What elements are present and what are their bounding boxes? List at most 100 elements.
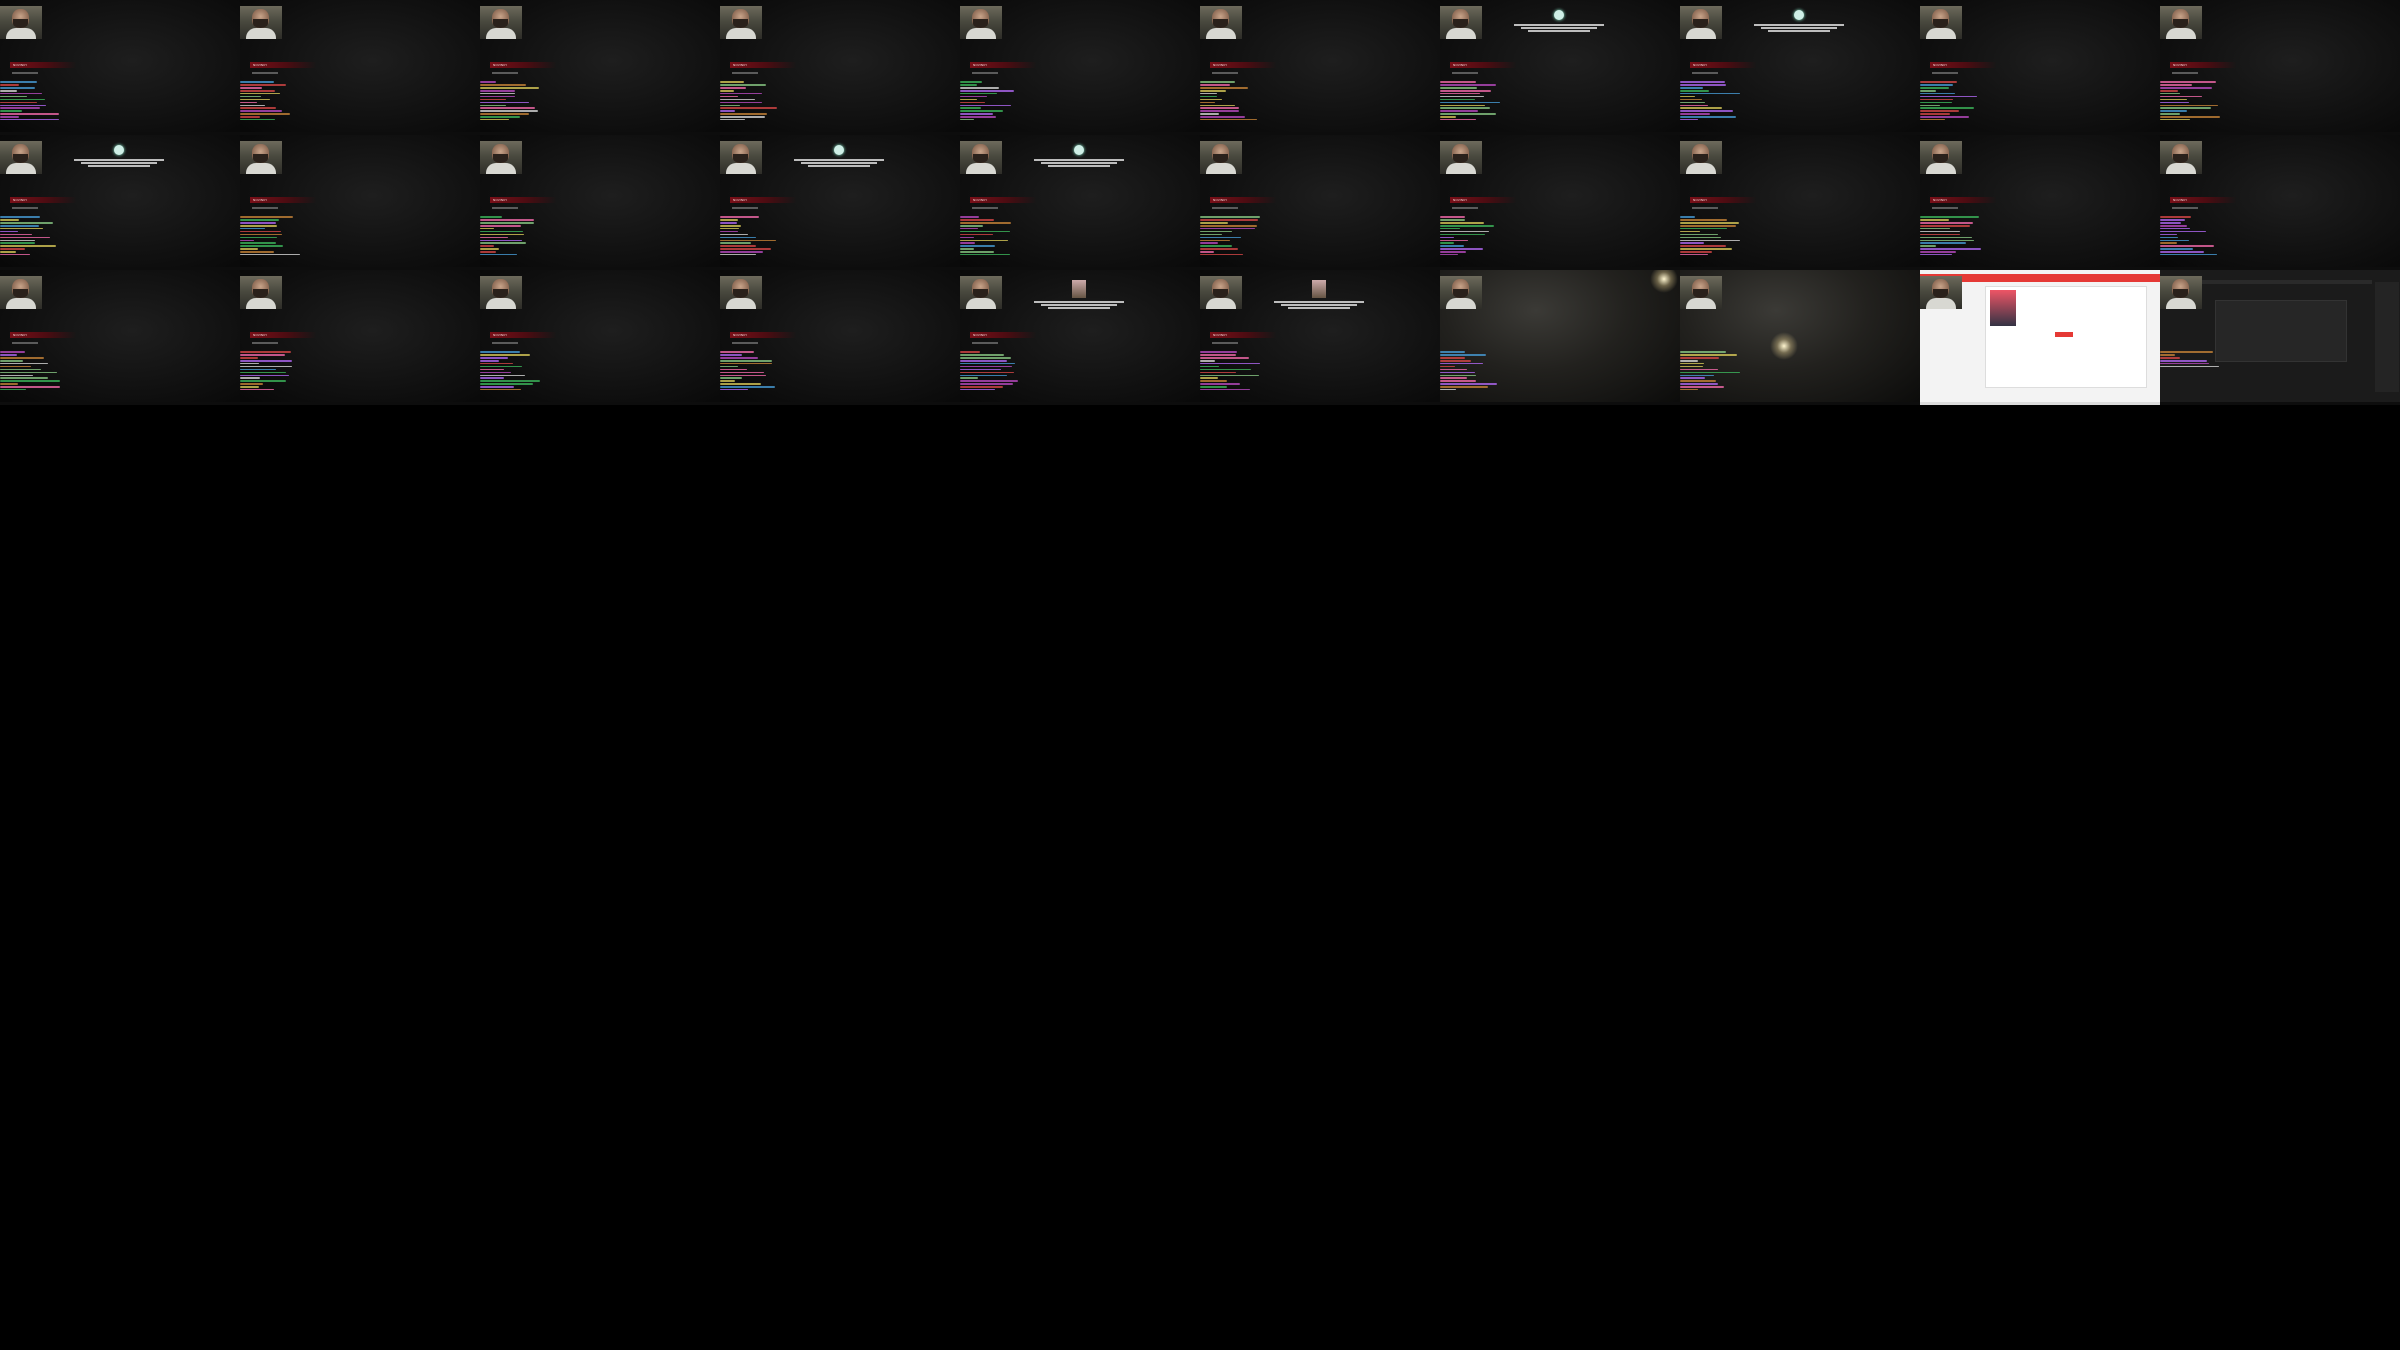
chat-feed (480, 215, 550, 267)
chat-line (1440, 242, 1454, 244)
news-banner: NOVINKY (250, 197, 316, 203)
chat-line (720, 110, 735, 112)
webcam-shirt (966, 298, 996, 309)
chat-line (1920, 236, 1972, 239)
chat-line (1440, 371, 1475, 374)
chat-line (1680, 377, 1705, 379)
chat-line (1440, 368, 1467, 371)
alert-text-line (1528, 30, 1590, 32)
chat-line (2160, 95, 2202, 98)
chat-line (1920, 233, 1960, 236)
video-thumbnail: NOVINKY (960, 0, 1200, 135)
chat-line (720, 351, 754, 353)
chat-line (720, 388, 748, 391)
webcam-overlay (2160, 141, 2202, 174)
news-banner: NOVINKY (1450, 62, 1516, 68)
video-thumbnail: NOVINKY (1920, 0, 2160, 135)
chat-line (240, 110, 282, 112)
chat-line (240, 227, 265, 230)
chat-line (720, 360, 772, 362)
chat-line (480, 380, 540, 382)
flashlight-glow (1650, 270, 1678, 293)
chat-line (960, 87, 999, 89)
video-thumbnail: NOVINKY (2160, 135, 2400, 270)
chat-line (0, 388, 26, 391)
taskbar (480, 402, 720, 405)
chat-line (2160, 233, 2177, 236)
webcam-overlay (720, 6, 762, 39)
chat-line (960, 84, 977, 86)
alert-icon (1554, 10, 1564, 20)
chat-line (1440, 365, 1455, 368)
chat-line (1680, 388, 1698, 391)
alert-text-line (1048, 165, 1110, 167)
chat-line (960, 248, 974, 250)
webcam-beard (1693, 19, 1708, 28)
chat-line (960, 95, 987, 98)
chat-line (2160, 98, 2187, 101)
chat-line (1440, 388, 1456, 391)
webcam-beard (973, 154, 988, 163)
video-thumbnail: NOVINKY (960, 135, 1200, 270)
chat-line (240, 380, 286, 382)
chat-line (720, 116, 765, 118)
chat-line (1200, 377, 1218, 379)
video-thumbnail: NOVINKY (1200, 270, 1440, 405)
chat-line (1920, 245, 1936, 247)
chat-line (1440, 110, 1478, 112)
chat-line (1680, 107, 1722, 109)
webcam-shirt (1206, 163, 1236, 174)
chat-line (1200, 95, 1217, 98)
chat-line (240, 245, 283, 247)
chat-line (0, 216, 40, 218)
news-banner: NOVINKY (490, 332, 556, 338)
chat-line (1920, 95, 1977, 98)
browser-action-button[interactable] (2055, 332, 2073, 337)
chat-line (480, 225, 521, 227)
chat-line (480, 110, 538, 112)
chat-line (2160, 360, 2207, 362)
chat-line (1440, 116, 1456, 118)
flashlight-glow (1770, 332, 1798, 360)
chat-line (240, 104, 265, 107)
chat-line (480, 101, 529, 104)
chat-line (480, 113, 529, 115)
webcam-overlay (0, 141, 42, 174)
chat-line (720, 383, 761, 385)
webcam-overlay (0, 6, 42, 39)
video-thumbnail: NOVINKY (960, 270, 1200, 405)
chat-line (2160, 354, 2175, 356)
chat-line (240, 253, 300, 256)
chat-line (480, 233, 524, 236)
webcam-beard (1933, 154, 1948, 163)
chat-line (1680, 227, 1727, 230)
chat-line (1680, 251, 1712, 253)
chat-line (240, 84, 286, 86)
chat-line (960, 239, 1008, 242)
chat-line (240, 216, 293, 218)
chat-line (480, 362, 513, 365)
chat-line (240, 354, 285, 356)
chat-line (1680, 113, 1710, 115)
chat-line (240, 225, 277, 227)
chat-line (240, 377, 260, 379)
chat-line (1440, 219, 1465, 221)
chat-line (960, 225, 983, 227)
alert-popup (1020, 280, 1138, 311)
news-banner: NOVINKY (970, 332, 1036, 338)
chat-line (2160, 87, 2212, 89)
chat-line (240, 371, 286, 374)
chat-line (1680, 104, 1708, 107)
banner-subtitle (1212, 207, 1238, 209)
webcam-overlay (480, 6, 522, 39)
webcam-beard (2173, 289, 2188, 298)
chat-line (240, 351, 291, 353)
banner-subtitle (1212, 342, 1238, 344)
chat-line (720, 242, 751, 244)
webcam-overlay (720, 276, 762, 309)
chat-line (1200, 87, 1248, 89)
chat-line (480, 90, 515, 92)
chat-line (1200, 98, 1222, 101)
chat-line (1440, 351, 1465, 353)
chat-line (0, 101, 37, 104)
